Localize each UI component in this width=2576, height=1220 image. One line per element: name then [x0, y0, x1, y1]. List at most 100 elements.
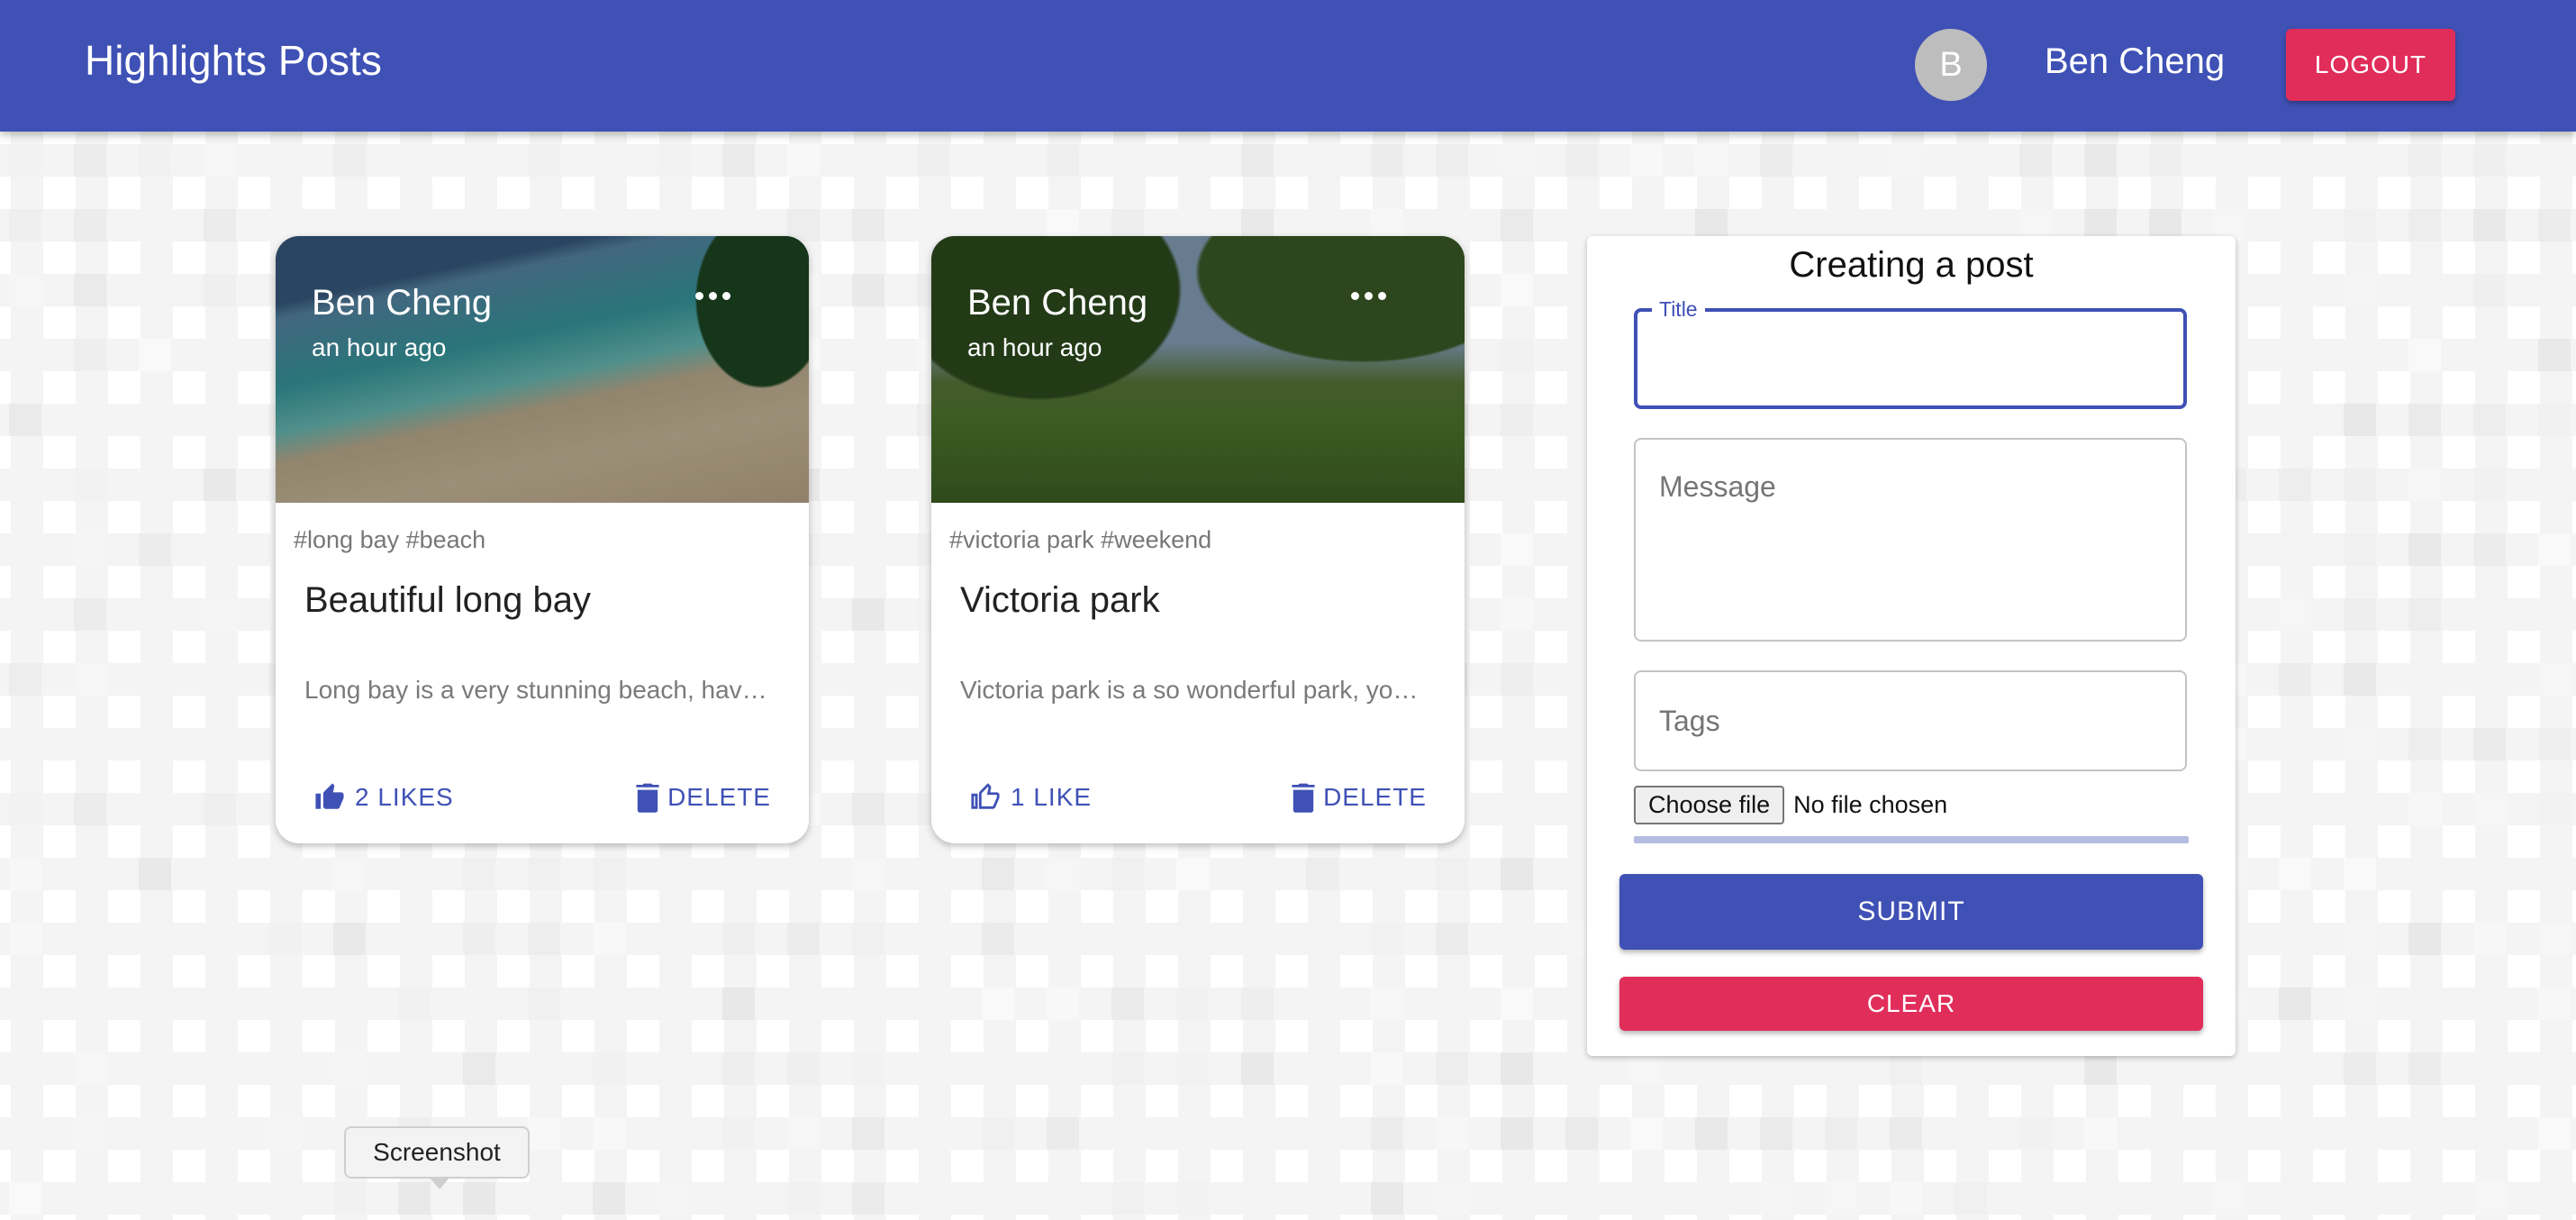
background-tile: [74, 858, 106, 890]
delete-button[interactable]: DELETE: [1291, 782, 1427, 813]
background-tile: [1176, 1182, 1209, 1215]
background-tile: [2473, 793, 2506, 825]
background-tile: [2408, 728, 2441, 760]
submit-button[interactable]: SUBMIT: [1619, 874, 2203, 950]
background-tile: [2279, 1182, 2311, 1215]
background-tile: [2279, 469, 2311, 501]
background-tile: [1565, 1117, 1598, 1150]
background-tile: [1371, 144, 1403, 177]
background-tile: [722, 923, 755, 955]
background-tile: [74, 598, 106, 631]
background-tile: [9, 858, 41, 890]
background-tile: [2408, 469, 2441, 501]
background-tile: [982, 1117, 1014, 1150]
background-tile: [593, 144, 625, 177]
background-tile: [9, 404, 41, 436]
background-tile: [2344, 533, 2376, 566]
background-tile: [1371, 1052, 1403, 1085]
background-tile: [333, 858, 366, 890]
tags-field[interactable]: Tags: [1634, 670, 2187, 771]
background-tile: [204, 144, 236, 177]
background-tile: [787, 1182, 820, 1215]
background-tile: [1501, 339, 1533, 371]
title-field[interactable]: Title: [1634, 297, 2187, 409]
background-tile: [268, 1117, 301, 1150]
logout-button[interactable]: LOGOUT: [2286, 29, 2455, 101]
thumb-up-outline-icon: [969, 782, 1002, 813]
user-name: Ben Cheng: [2045, 41, 2226, 81]
background-tile: [333, 144, 366, 177]
background-tile: [593, 858, 625, 890]
background-tile: [787, 144, 820, 177]
post-card: Ben Cheng an hour ago #long bay #beach B…: [276, 236, 809, 843]
message-field[interactable]: Message: [1634, 438, 2187, 642]
background-tile: [9, 209, 41, 241]
background-tile: [1436, 1052, 1468, 1085]
avatar[interactable]: B: [1915, 29, 1987, 101]
background-tile: [1436, 1182, 1468, 1215]
background-tile: [1955, 1182, 1987, 1215]
background-tile: [1630, 1117, 1663, 1150]
like-button[interactable]: 2 LIKES: [313, 782, 454, 813]
background-tile: [2344, 663, 2376, 696]
post-author: Ben Cheng: [967, 283, 1148, 323]
background-tile: [1306, 858, 1338, 890]
background-tile: [1501, 858, 1533, 890]
background-tile: [1501, 144, 1533, 177]
background-tile: [1371, 1117, 1403, 1150]
create-post-form: Creating a post Title Message Tags Choos…: [1587, 236, 2236, 1056]
background-tile: [982, 858, 1014, 890]
background-tile: [463, 1182, 495, 1215]
more-horiz-icon[interactable]: [695, 292, 731, 305]
background-tile: [2473, 533, 2506, 566]
background-tile: [333, 1052, 366, 1085]
post-tags: #victoria park #weekend: [949, 526, 1212, 553]
background-tile: [139, 858, 171, 890]
background-tile: [2473, 1117, 2506, 1150]
background-tile: [2538, 339, 2571, 371]
background-tile: [2473, 923, 2506, 955]
background-tile: [852, 1052, 884, 1085]
background-tile: [1695, 144, 1728, 177]
background-tile: [1047, 988, 1079, 1020]
background-tile: [74, 1052, 106, 1085]
clear-button[interactable]: CLEAR: [1619, 977, 2203, 1031]
background-tile: [2279, 858, 2311, 890]
post-message: Long bay is a very stunning beach, hav…: [304, 676, 767, 704]
background-tile: [1241, 1182, 1274, 1215]
post-title: Beautiful long bay: [304, 580, 592, 620]
background-tile: [1501, 274, 1533, 306]
background-tile: [1630, 1052, 1663, 1085]
background-tile: [2473, 144, 2506, 177]
background-tile: [1176, 858, 1209, 890]
background-tile: [2408, 598, 2441, 631]
post-image: [931, 236, 1465, 503]
background-tile: [2473, 1182, 2506, 1215]
background-tile: [1890, 1052, 1922, 1085]
background-tile: [2473, 858, 2506, 890]
post-title: Victoria park: [960, 580, 1160, 620]
background-tile: [787, 923, 820, 955]
background-tile: [852, 793, 884, 825]
background-tile: [852, 209, 884, 241]
choose-file-button[interactable]: Choose file: [1634, 786, 1785, 824]
background-tile: [2279, 533, 2311, 566]
more-horiz-icon[interactable]: [1351, 292, 1387, 305]
background-tile: [852, 274, 884, 306]
background-tile: [593, 1052, 625, 1085]
background-tile: [2538, 404, 2571, 436]
like-button[interactable]: 1 LIKE: [969, 782, 1092, 813]
background-tile: [398, 858, 431, 890]
background-tile: [1630, 1182, 1663, 1215]
background-tile: [852, 1182, 884, 1215]
post-time: an hour ago: [967, 333, 1102, 361]
background-tile: [528, 858, 560, 890]
delete-button[interactable]: DELETE: [635, 782, 771, 813]
background-tile: [1501, 988, 1533, 1020]
post-time: an hour ago: [312, 333, 447, 361]
trash-icon: [1291, 782, 1316, 813]
like-label: 1 LIKE: [1011, 783, 1093, 811]
background-tile: [1501, 404, 1533, 436]
background-tile: [2344, 923, 2376, 955]
background-tile: [1371, 858, 1403, 890]
